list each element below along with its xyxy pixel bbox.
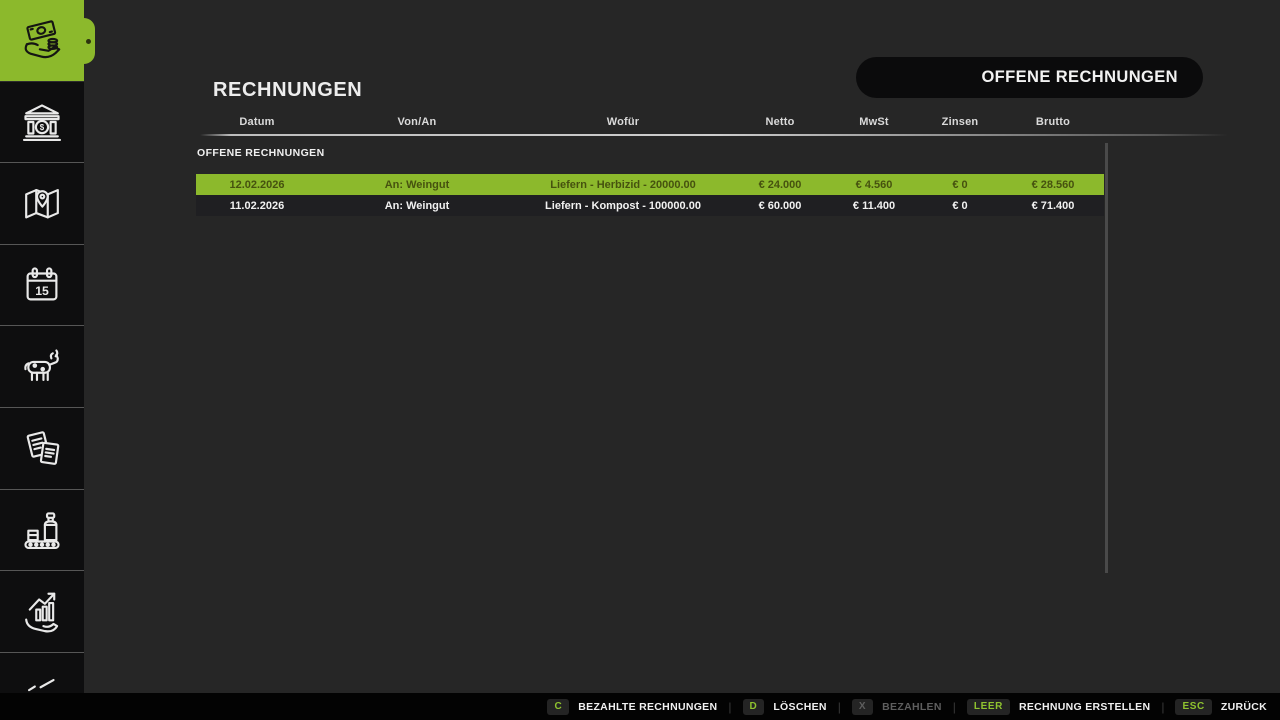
shortcut-back[interactable]: ESC ZURÜCK	[1175, 699, 1267, 715]
divider: |	[1161, 700, 1164, 714]
cell-netto: € 24.000	[730, 179, 830, 191]
shortcut-paid-invoices[interactable]: C BEZAHLTE RECHNUNGEN	[547, 699, 717, 715]
sidebar-item-map[interactable]	[0, 163, 84, 245]
sidebar-item-contracts[interactable]	[0, 408, 84, 490]
sidebar-item-statistics[interactable]	[0, 571, 84, 653]
svg-text:15: 15	[35, 284, 49, 298]
divider: |	[728, 700, 731, 714]
open-invoices-filter-button[interactable]: OFFENE RECHNUNGEN	[856, 57, 1203, 98]
shortcut-pay: X BEZAHLEN	[852, 699, 942, 715]
statistics-icon	[19, 588, 65, 634]
page-title: RECHNUNGEN	[213, 79, 362, 102]
production-icon	[19, 507, 65, 553]
money-hand-icon	[19, 17, 65, 63]
cell-wofuer: Liefern - Herbizid - 20000.00	[516, 179, 730, 191]
shortcut-delete[interactable]: D LÖSCHEN	[743, 699, 827, 715]
sidebar-item-bank[interactable]: $	[0, 82, 84, 164]
cell-zinsen: € 0	[918, 179, 1002, 191]
divider: |	[838, 700, 841, 714]
sidebar-item-production[interactable]	[0, 490, 84, 572]
shortcut-create-invoice[interactable]: LEER RECHNUNG ERSTELLEN	[967, 699, 1150, 715]
column-header-wofuer: Wofür	[516, 116, 730, 128]
sidebar-nav: $ 15	[0, 0, 84, 693]
calendar-icon: 15	[19, 262, 65, 308]
invoice-list: 12.02.2026 An: Weingut Liefern - Herbizi…	[196, 174, 1104, 216]
divider: |	[953, 700, 956, 714]
column-header-mwst: MwSt	[830, 116, 918, 128]
svg-text:$: $	[40, 123, 45, 132]
column-header-vonan: Von/An	[318, 116, 516, 128]
cell-mwst: € 11.400	[830, 200, 918, 212]
key-badge-x: X	[852, 699, 873, 715]
sidebar-item-animals[interactable]	[0, 326, 84, 408]
key-badge-space: LEER	[967, 699, 1010, 715]
cell-netto: € 60.000	[730, 200, 830, 212]
keyboard-shortcut-bar: C BEZAHLTE RECHNUNGEN | D LÖSCHEN | X BE…	[0, 693, 1280, 720]
cell-vonan: An: Weingut	[318, 179, 516, 191]
cow-icon	[19, 344, 65, 390]
invoices-screen: $ 15	[0, 0, 1280, 720]
table-row[interactable]: 11.02.2026 An: Weingut Liefern - Kompost…	[196, 195, 1104, 216]
scrollbar[interactable]	[1105, 143, 1108, 573]
table-header-underline	[200, 134, 1228, 136]
key-badge-c: C	[547, 699, 569, 715]
active-tab-dot	[86, 39, 91, 44]
column-header-brutto: Brutto	[1002, 116, 1104, 128]
cell-zinsen: € 0	[918, 200, 1002, 212]
bank-icon: $	[19, 99, 65, 145]
cell-brutto: € 71.400	[1002, 200, 1104, 212]
sidebar-item-calendar[interactable]: 15	[0, 245, 84, 327]
cell-brutto: € 28.560	[1002, 179, 1104, 191]
cell-wofuer: Liefern - Kompost - 100000.00	[516, 200, 730, 212]
key-badge-d: D	[743, 699, 765, 715]
sidebar-item-finances[interactable]	[0, 0, 84, 82]
column-header-datum: Datum	[196, 116, 318, 128]
cell-vonan: An: Weingut	[318, 200, 516, 212]
cell-mwst: € 4.560	[830, 179, 918, 191]
table-row[interactable]: 12.02.2026 An: Weingut Liefern - Herbizi…	[196, 174, 1104, 195]
column-header-zinsen: Zinsen	[918, 116, 1002, 128]
column-header-netto: Netto	[730, 116, 830, 128]
section-label-open-invoices: OFFENE RECHNUNGEN	[197, 147, 325, 159]
cell-datum: 12.02.2026	[196, 179, 318, 191]
table-header-row: Datum Von/An Wofür Netto MwSt Zinsen Bru…	[196, 116, 1104, 128]
key-badge-esc: ESC	[1175, 699, 1211, 715]
documents-icon	[19, 425, 65, 471]
cell-datum: 11.02.2026	[196, 200, 318, 212]
map-icon	[19, 180, 65, 226]
